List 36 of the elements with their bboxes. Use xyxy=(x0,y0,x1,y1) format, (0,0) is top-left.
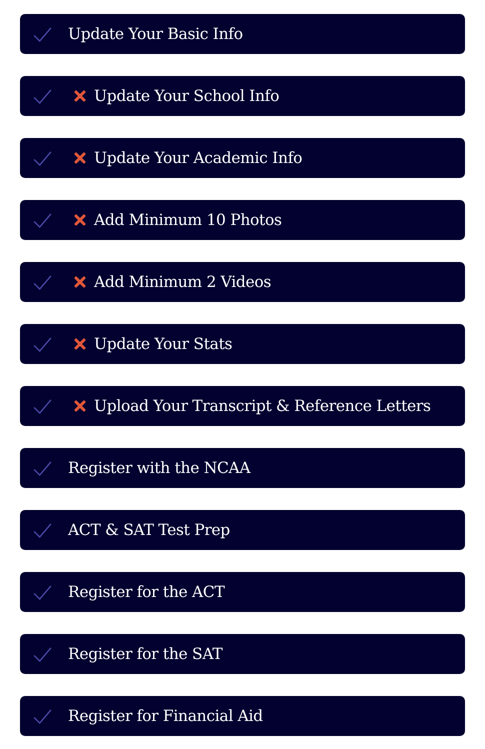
checklist-item[interactable]: Register for the SAT xyxy=(20,634,465,674)
item-label: Update Your School Info xyxy=(94,87,280,105)
check-icon xyxy=(33,398,52,414)
item-label: Update Your Basic Info xyxy=(68,25,243,43)
check-icon xyxy=(33,88,52,104)
item-label: Upload Your Transcript & Reference Letters xyxy=(94,397,431,415)
check-icon xyxy=(33,522,52,538)
check-icon xyxy=(33,26,52,42)
item-label: Register with the NCAA xyxy=(68,459,250,477)
check-icon xyxy=(33,708,52,724)
checklist-item[interactable]: Update Your Academic Info xyxy=(20,138,465,178)
item-label: Add Minimum 2 Videos xyxy=(94,273,272,291)
checklist-item[interactable]: Update Your Basic Info xyxy=(20,14,465,54)
check-icon xyxy=(33,460,52,476)
checklist-item[interactable]: Add Minimum 2 Videos xyxy=(20,262,465,302)
check-icon xyxy=(33,212,52,228)
checklist-item[interactable]: Update Your Stats xyxy=(20,324,465,364)
checklist-item[interactable]: ACT & SAT Test Prep xyxy=(20,510,465,550)
item-label: Update Your Stats xyxy=(94,335,232,353)
checklist-item[interactable]: Register for Financial Aid xyxy=(20,696,465,736)
checklist-item[interactable]: Add Minimum 10 Photos xyxy=(20,200,465,240)
check-icon xyxy=(33,336,52,352)
checklist-item[interactable]: Register with the NCAA xyxy=(20,448,465,488)
checklist-item[interactable]: Upload Your Transcript & Reference Letters xyxy=(20,386,465,426)
item-label: Register for the ACT xyxy=(68,583,225,601)
check-icon xyxy=(33,150,52,166)
check-icon xyxy=(33,646,52,662)
item-label: ACT & SAT Test Prep xyxy=(68,521,230,539)
item-label: Update Your Academic Info xyxy=(94,149,302,167)
checklist-item[interactable]: Update Your School Info xyxy=(20,76,465,116)
item-label: Register for Financial Aid xyxy=(68,707,263,725)
check-icon xyxy=(33,274,52,290)
check-icon xyxy=(33,584,52,600)
checklist-item[interactable]: Register for the ACT xyxy=(20,572,465,612)
item-label: Register for the SAT xyxy=(68,645,222,663)
item-label: Add Minimum 10 Photos xyxy=(94,211,282,229)
